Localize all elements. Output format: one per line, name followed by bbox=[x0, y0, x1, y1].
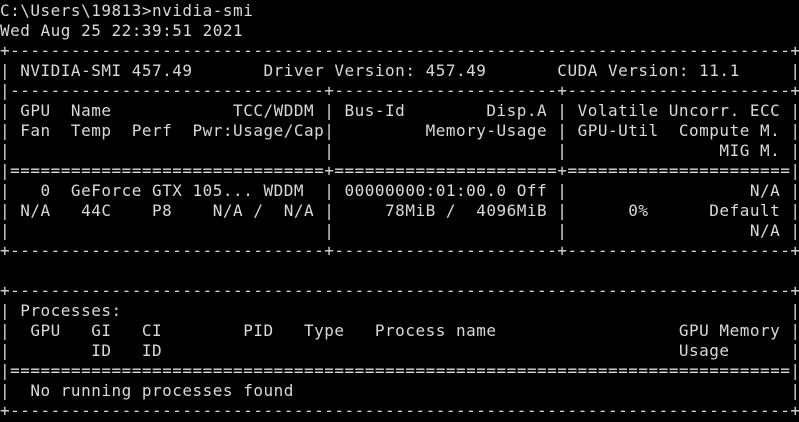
gpu-row: | 0 GeForce GTX 105... WDDM | 00000000:0… bbox=[0, 181, 799, 200]
processes-header-row: | GPU GI CI PID Type Process name GPU Me… bbox=[0, 321, 799, 340]
processes-border-top: +---------------------------------------… bbox=[0, 281, 799, 300]
processes-header-row: | ID ID Usage | bbox=[0, 341, 799, 360]
header-row: | GPU Name TCC/WDDM | Bus-Id Disp.A | Vo… bbox=[0, 101, 799, 120]
gpu-row: | | | N/A | bbox=[0, 221, 799, 240]
gpu-row: | N/A 44C P8 N/A / N/A | 78MiB / 4096MiB… bbox=[0, 201, 799, 220]
command-prompt-line: C:\Users\19813>nvidia-smi bbox=[0, 1, 254, 20]
table-divider: |-------------------------------+-------… bbox=[0, 81, 799, 100]
terminal-console[interactable]: C:\Users\19813>nvidia-smi Wed Aug 25 22:… bbox=[0, 0, 799, 422]
version-row: | NVIDIA-SMI 457.49 Driver Version: 457.… bbox=[0, 61, 799, 80]
header-separator: |===============================+=======… bbox=[0, 161, 799, 180]
timestamp-line: Wed Aug 25 22:39:51 2021 bbox=[0, 21, 244, 40]
header-row: | Fan Temp Perf Pwr:Usage/Cap| Memory-Us… bbox=[0, 121, 799, 140]
processes-border-bottom: +---------------------------------------… bbox=[0, 401, 799, 420]
table-border-bottom: +-------------------------------+-------… bbox=[0, 241, 799, 260]
processes-title-row: | Processes: | bbox=[0, 301, 799, 320]
processes-message-row: | No running processes found | bbox=[0, 381, 799, 400]
header-row: | | | MIG M. | bbox=[0, 141, 799, 160]
table-border-top: +---------------------------------------… bbox=[0, 41, 799, 60]
processes-separator: |=======================================… bbox=[0, 361, 799, 380]
